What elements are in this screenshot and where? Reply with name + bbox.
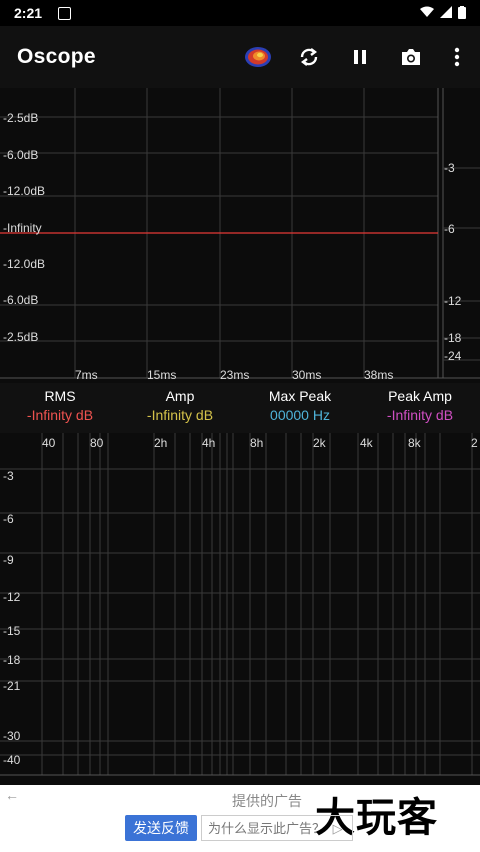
pause-icon[interactable] xyxy=(343,40,377,74)
spectrum-y-label: -6 xyxy=(3,512,14,526)
more-options-icon[interactable] xyxy=(440,40,474,74)
spectrum-x-label: 2h xyxy=(154,436,167,450)
spectrum-x-label: 40 xyxy=(42,436,56,450)
ad-provided-label: 提供的广告 xyxy=(232,793,302,809)
spectrum-y-label: -40 xyxy=(3,753,21,767)
scope-y-label: -6.0dB xyxy=(3,293,38,307)
max-peak-value: 00000 Hz xyxy=(270,407,330,423)
spectrum-x-label: 4k xyxy=(360,436,374,450)
battery-icon xyxy=(458,6,466,19)
spectrum-x-label: 2k xyxy=(313,436,327,450)
app-toolbar: Oscope xyxy=(0,26,480,88)
peak-amp-label: Peak Amp xyxy=(388,388,452,404)
why-this-ad-button[interactable]: 为什么显示此广告？ ▷ xyxy=(201,815,353,841)
amp-label: Amp xyxy=(165,388,195,404)
spectrum-y-label: -9 xyxy=(3,553,14,567)
scope-x-label: 15ms xyxy=(147,368,176,382)
ad-back-arrow-icon[interactable]: ← xyxy=(5,787,19,803)
scope-right-label: -3 xyxy=(444,161,455,175)
status-icons xyxy=(420,6,466,19)
camera-icon[interactable] xyxy=(394,40,428,74)
scope-x-label: 23ms xyxy=(220,368,249,382)
spectrum-view[interactable]: 40 80 2h 4h 8h 2k 4k 8k 2 -3 -6 -9 -12 -… xyxy=(0,433,480,785)
ad-banner[interactable]: ← 提供的广告 大玩客 发送反馈 为什么显示此广告？ ▷ xyxy=(0,785,480,852)
spectrum-y-label: -18 xyxy=(3,653,21,667)
why-this-ad-label: 为什么显示此广告？ xyxy=(208,821,326,836)
sync-icon[interactable] xyxy=(292,40,326,74)
amp-readout: Amp -Infinity dB xyxy=(120,388,240,423)
wifi-icon xyxy=(420,6,434,17)
scope-y-label: -12.0dB xyxy=(3,257,45,271)
spectrum-x-label: 80 xyxy=(90,436,104,450)
send-feedback-button[interactable]: 发送反馈 xyxy=(125,815,197,841)
status-bar: 2:21 xyxy=(0,0,480,26)
spectrum-x-label: 2 xyxy=(471,436,478,450)
spectrum-y-label: -15 xyxy=(3,624,21,638)
amp-value: -Infinity dB xyxy=(146,407,214,423)
spectrum-x-label: 8k xyxy=(408,436,422,450)
peak-amp-value: -Infinity dB xyxy=(386,407,454,423)
spectrum-x-label: 4h xyxy=(202,436,215,450)
heatmap-icon[interactable] xyxy=(241,40,275,74)
ad-choices-icon: ▷ xyxy=(332,821,343,836)
max-peak-readout: Max Peak 00000 Hz xyxy=(240,388,360,423)
scope-right-label: -18 xyxy=(444,331,462,345)
scope-x-label: 38ms xyxy=(364,368,393,382)
rms-label: RMS xyxy=(44,388,76,404)
spectrum-x-label: 8h xyxy=(250,436,263,450)
scope-right-label: -12 xyxy=(444,294,462,308)
scope-right-label: -24 xyxy=(444,349,462,363)
app-title: Oscope xyxy=(17,45,96,68)
spectrum-y-label: -30 xyxy=(3,729,21,743)
oscilloscope-view[interactable]: -2.5dB -6.0dB -12.0dB -Infinity -12.0dB … xyxy=(0,88,480,383)
scope-y-label: -6.0dB xyxy=(3,148,38,162)
peak-amp-readout: Peak Amp -Infinity dB xyxy=(360,388,480,423)
scope-x-label: 7ms xyxy=(75,368,98,382)
scope-y-label: -Infinity xyxy=(3,221,42,235)
rms-value: -Infinity dB xyxy=(26,407,94,423)
spectrum-y-label: -12 xyxy=(3,590,21,604)
scope-right-label: -6 xyxy=(444,222,455,236)
signal-icon xyxy=(440,6,452,18)
max-peak-label: Max Peak xyxy=(268,388,332,404)
spectrum-y-label: -3 xyxy=(3,469,14,483)
readout-panel: RMS -Infinity dB Amp -Infinity dB Max Pe… xyxy=(0,383,480,433)
rms-readout: RMS -Infinity dB xyxy=(0,388,120,423)
spectrum-y-label: -21 xyxy=(3,679,21,693)
notification-icon xyxy=(58,7,71,20)
scope-x-label: 30ms xyxy=(292,368,321,382)
scope-y-label: -2.5dB xyxy=(3,111,38,125)
scope-y-label: -12.0dB xyxy=(3,184,45,198)
status-time: 2:21 xyxy=(14,5,43,21)
scope-y-label: -2.5dB xyxy=(3,330,38,344)
